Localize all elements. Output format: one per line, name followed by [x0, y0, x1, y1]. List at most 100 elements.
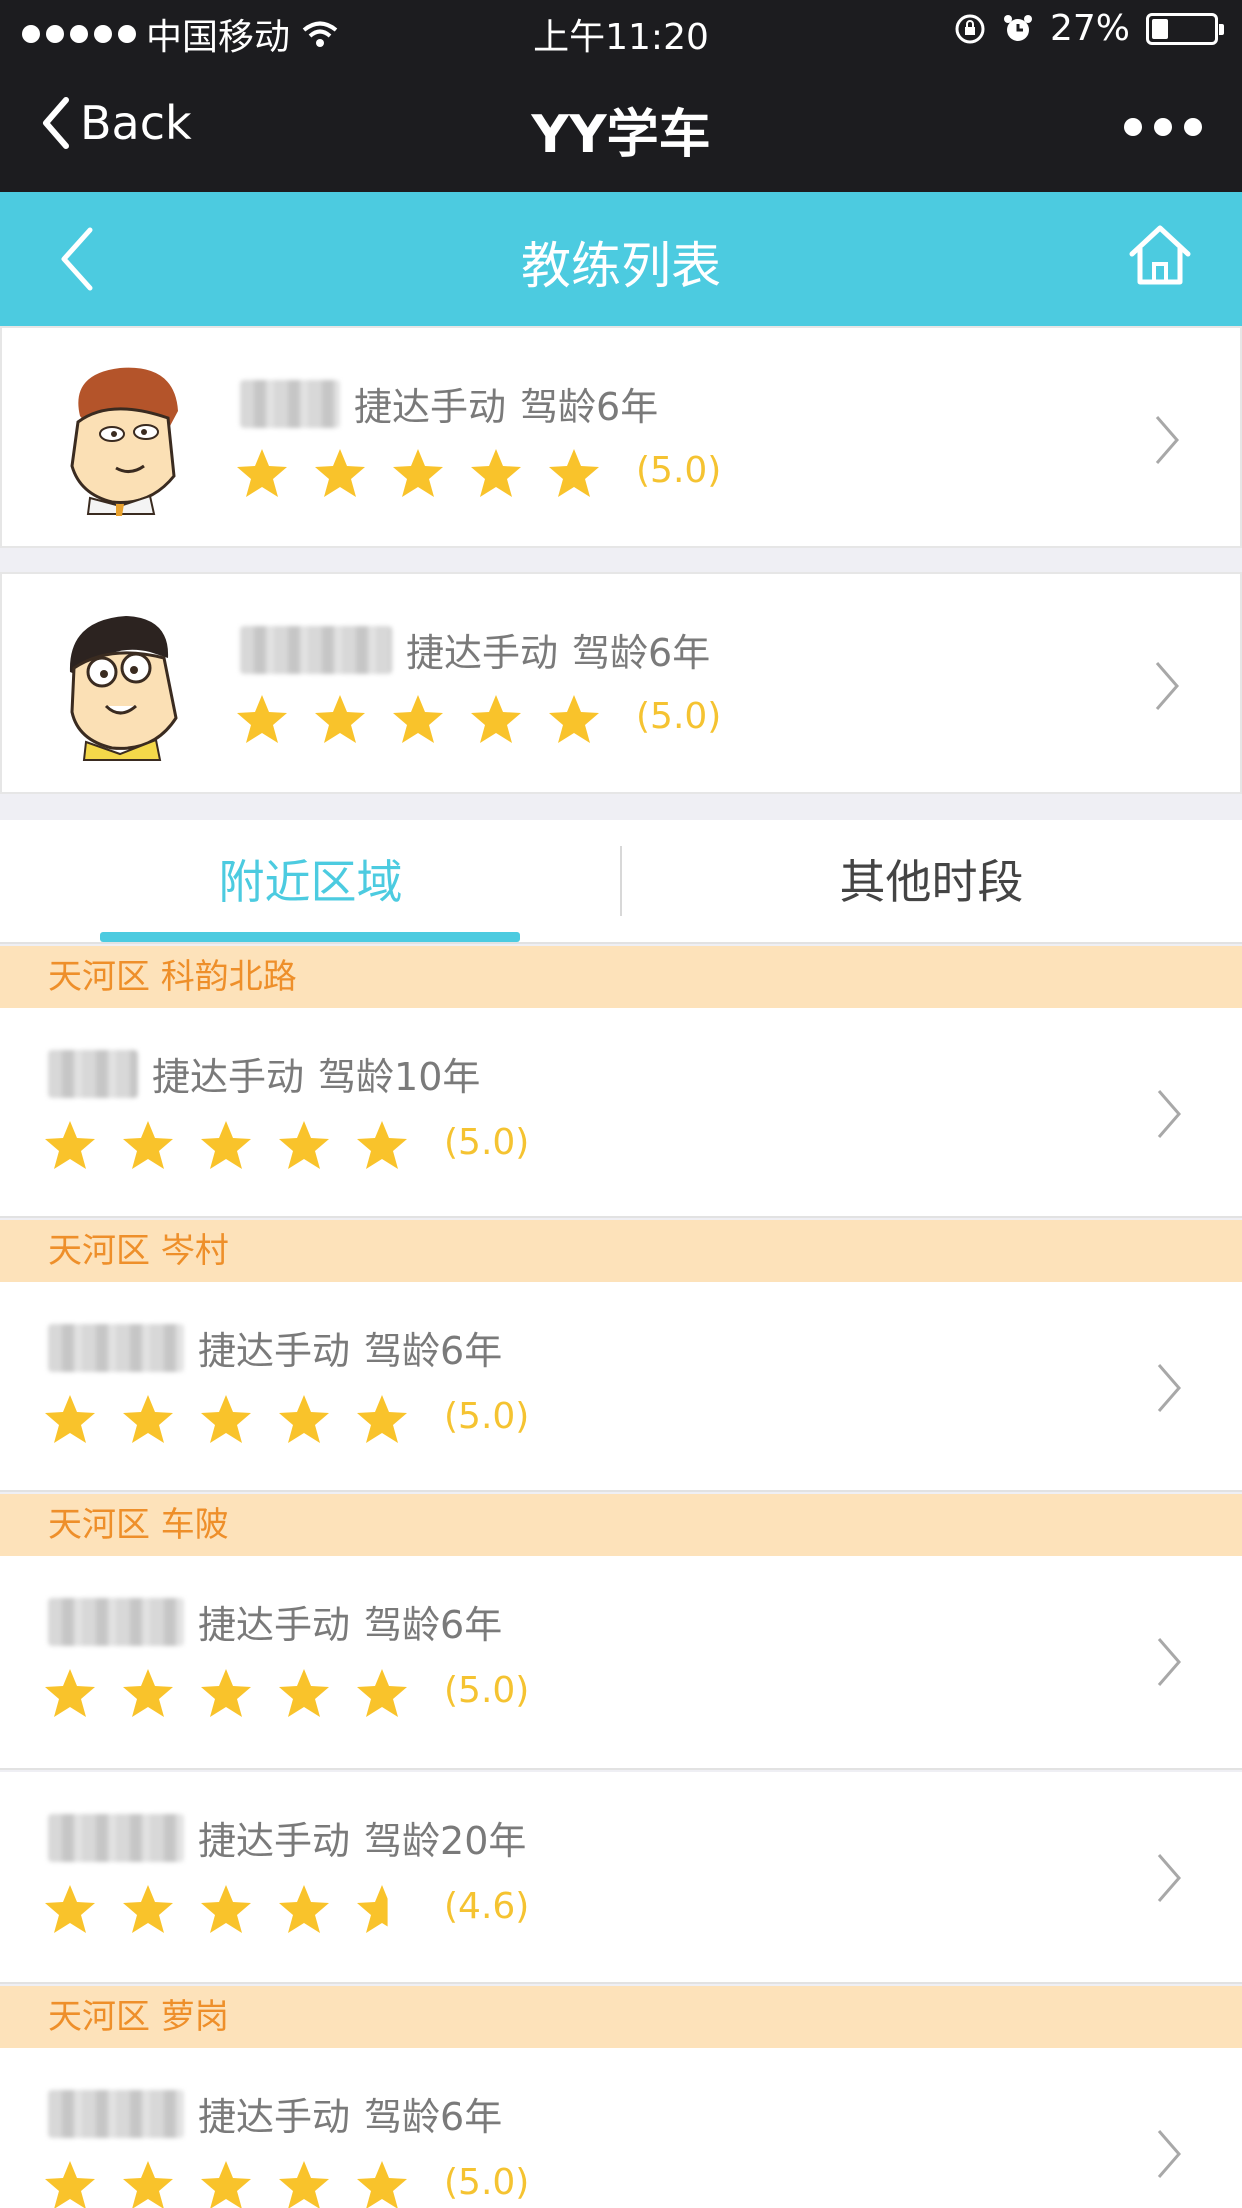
coach-car: 捷达手动	[354, 385, 507, 429]
star-icon	[357, 2161, 407, 2208]
alarm-icon	[1003, 14, 1032, 41]
rating-value: (5.0)	[444, 1396, 530, 1437]
more-menu-button[interactable]	[1124, 118, 1202, 136]
section-header: 天河区 科韵北路	[0, 946, 1242, 1008]
rating-stars	[42, 1882, 410, 1938]
star-icon	[357, 1669, 407, 1717]
rating-value: (5.0)	[444, 2162, 530, 2203]
star-icon	[201, 2161, 251, 2208]
coach-name-blurred	[48, 2089, 184, 2138]
star-icon	[123, 1885, 173, 1933]
coach-avatar	[69, 616, 178, 761]
chevron-right-icon	[1157, 1638, 1181, 1686]
coach-car: 捷达手动	[198, 1603, 351, 1647]
coach-car: 捷达手动	[198, 1329, 351, 1373]
rating-stars	[42, 1666, 410, 1722]
coach-list-item[interactable]: 捷达手动 驾龄20年 (4.6)	[0, 1772, 1242, 1984]
coach-experience: 驾龄6年	[572, 631, 711, 675]
star-icon	[549, 695, 599, 743]
star-icon	[393, 695, 443, 743]
star-icon	[123, 2161, 173, 2208]
status-bar: 中国移动 上午11:20 27%	[0, 0, 1242, 62]
battery-icon	[1146, 12, 1224, 45]
coach-name-blurred	[48, 1813, 184, 1862]
featured-coach-card[interactable]: 捷达手动 驾龄6年 (5.0)	[0, 326, 1242, 548]
status-right: 27%	[954, 8, 1224, 49]
coach-info: 捷达手动 驾龄6年	[240, 376, 658, 431]
rating-stars	[234, 692, 602, 748]
star-icon	[315, 695, 365, 743]
coach-experience: 驾龄6年	[520, 385, 659, 429]
star-icon	[45, 1395, 95, 1443]
star-icon	[357, 1395, 407, 1443]
coach-list-item[interactable]: 捷达手动 驾龄6年 (5.0)	[0, 1556, 1242, 1770]
rotation-lock-icon	[955, 14, 985, 43]
star-icon	[471, 695, 521, 743]
chevron-right-icon	[1157, 1090, 1181, 1138]
chevron-right-icon	[1157, 1364, 1181, 1412]
tab-nearby[interactable]: 附近区域	[0, 820, 621, 944]
chevron-right-icon	[1157, 2130, 1181, 2178]
nav-bar: Back YY学车	[0, 62, 1242, 192]
coach-name-blurred	[240, 625, 392, 674]
star-icon	[45, 1669, 95, 1717]
coach-info: 捷达手动 驾龄20年	[48, 1810, 526, 1865]
section-header: 天河区 车陂	[0, 1494, 1242, 1556]
coach-name-blurred	[48, 1597, 184, 1646]
star-icon	[549, 449, 599, 497]
active-tab-indicator	[100, 932, 520, 942]
rating-stars	[42, 2158, 410, 2208]
coach-car: 捷达手动	[198, 2095, 351, 2139]
star-icon	[123, 1669, 173, 1717]
coach-info: 捷达手动 驾龄6年	[240, 622, 710, 677]
star-icon	[393, 449, 443, 497]
rating-value: (5.0)	[444, 1122, 530, 1163]
rating-value: (5.0)	[636, 696, 722, 737]
page-header: 教练列表	[0, 192, 1242, 326]
coach-car: 捷达手动	[406, 631, 559, 675]
coach-experience: 驾龄6年	[364, 1603, 503, 1647]
featured-coach-card[interactable]: 捷达手动 驾龄6年 (5.0)	[0, 572, 1242, 794]
coach-list-item[interactable]: 捷达手动 驾龄10年 (5.0)	[0, 1008, 1242, 1218]
star-icon	[357, 1121, 407, 1169]
star-icon	[201, 1885, 251, 1933]
tab-other-times[interactable]: 其他时段	[621, 820, 1242, 944]
coach-name-blurred	[240, 379, 340, 428]
star-icon	[315, 449, 365, 497]
star-icon	[123, 1121, 173, 1169]
tab-bar: 附近区域 其他时段	[0, 820, 1242, 944]
star-icon	[237, 449, 287, 497]
coach-info: 捷达手动 驾龄10年	[48, 1046, 480, 1101]
coach-experience: 驾龄6年	[364, 1329, 503, 1373]
star-icon	[279, 2161, 329, 2208]
rating-stars	[234, 446, 602, 502]
star-icon	[45, 2161, 95, 2208]
coach-experience: 驾龄10年	[318, 1055, 481, 1099]
rating-value: (5.0)	[636, 450, 722, 491]
chevron-right-icon	[1155, 662, 1179, 710]
star-icon	[45, 1885, 95, 1933]
coach-experience: 驾龄6年	[364, 2095, 503, 2139]
star-icon	[201, 1669, 251, 1717]
coach-list-item[interactable]: 捷达手动 驾龄6年 (5.0)	[0, 2048, 1242, 2208]
coach-name-blurred	[48, 1049, 138, 1098]
star-icon	[357, 1885, 388, 1933]
coach-info: 捷达手动 驾龄6年	[48, 1594, 502, 1649]
chevron-right-icon	[1155, 416, 1179, 464]
star-icon	[45, 1121, 95, 1169]
coach-car: 捷达手动	[152, 1055, 305, 1099]
rating-value: (5.0)	[444, 1670, 530, 1711]
coach-list-item[interactable]: 捷达手动 驾龄6年 (5.0)	[0, 1282, 1242, 1492]
star-icon	[123, 1395, 173, 1443]
star-icon	[201, 1395, 251, 1443]
coach-avatar	[70, 367, 178, 516]
coach-name-blurred	[48, 1323, 184, 1372]
rating-stars	[42, 1118, 410, 1174]
rating-value: (4.6)	[444, 1886, 530, 1927]
coach-car: 捷达手动	[198, 1819, 351, 1863]
star-icon	[201, 1121, 251, 1169]
star-icon	[279, 1121, 329, 1169]
page-title: 教练列表	[521, 237, 721, 295]
home-icon[interactable]	[1128, 222, 1192, 288]
coach-info: 捷达手动 驾龄6年	[48, 1320, 502, 1375]
